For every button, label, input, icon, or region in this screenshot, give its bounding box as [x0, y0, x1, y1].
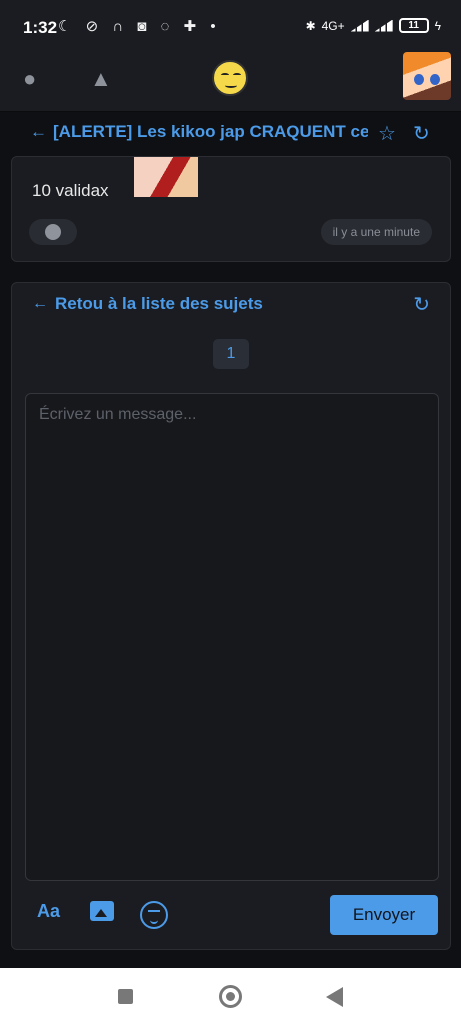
status-bar: 1:32 ☾ ⊘ ∩ ◙ ◌ ✚ • ✱ 4G+ 11 ϟ — [0, 0, 461, 52]
recent-apps-icon[interactable] — [118, 989, 133, 1004]
emoji-picker-icon[interactable] — [140, 901, 168, 929]
back-arrow-icon[interactable]: ← — [32, 295, 48, 313]
status-time: 1:32 — [23, 18, 58, 37]
bell-icon[interactable]: ▲ — [90, 66, 112, 92]
signal-icon — [350, 19, 369, 32]
message-timestamp: il y a une minute — [320, 219, 432, 245]
bluetooth-icon: ✱ — [305, 18, 316, 33]
back-icon[interactable] — [326, 987, 343, 1007]
smiley-logo[interactable] — [212, 60, 248, 96]
message-image[interactable] — [134, 157, 198, 197]
notification-icons: ☾ ⊘ ∩ ◙ ◌ ✚ • — [58, 18, 221, 35]
reaction-button[interactable] — [29, 219, 77, 245]
add-image-icon[interactable] — [90, 901, 114, 921]
system-navbar — [0, 968, 461, 1024]
refresh-icon[interactable]: ↻ — [413, 121, 430, 146]
message-card: 10 validax il y a une minute — [11, 156, 451, 262]
back-to-topics-link[interactable]: Retou à la liste des sujets — [55, 294, 263, 314]
compose-card: ← Retou à la liste des sujets ↻ 1 Aa Env… — [11, 282, 451, 950]
home-icon[interactable] — [219, 985, 242, 1008]
send-button[interactable]: Envoyer — [330, 895, 438, 935]
star-icon[interactable]: ☆ — [378, 121, 396, 146]
message-input[interactable] — [25, 393, 439, 881]
message-text: 10 validax — [32, 181, 109, 200]
user-avatar[interactable] — [403, 52, 451, 100]
signal-icon-2 — [374, 19, 393, 32]
lightbulb-icon[interactable]: ● — [23, 66, 36, 92]
system-icons: ✱ 4G+ 11 ϟ — [306, 18, 441, 33]
network-type: 4G+ — [321, 18, 345, 33]
charging-icon: ϟ — [434, 18, 441, 33]
page-button[interactable]: 1 — [213, 339, 249, 369]
battery-icon: 11 — [398, 18, 429, 33]
thread-title[interactable]: [ALERTE] Les kikoo jap CRAQUENT ce — [53, 122, 368, 142]
back-arrow-icon[interactable]: ← — [30, 122, 47, 142]
emoji-icon — [45, 224, 61, 240]
text-format-button[interactable]: Aa — [37, 901, 60, 922]
app-topbar: ● ▲ — [0, 52, 461, 112]
thread-titlebar: ← [ALERTE] Les kikoo jap CRAQUENT ce ☆ ↻ — [0, 112, 461, 154]
refresh-icon[interactable]: ↻ — [413, 292, 430, 317]
